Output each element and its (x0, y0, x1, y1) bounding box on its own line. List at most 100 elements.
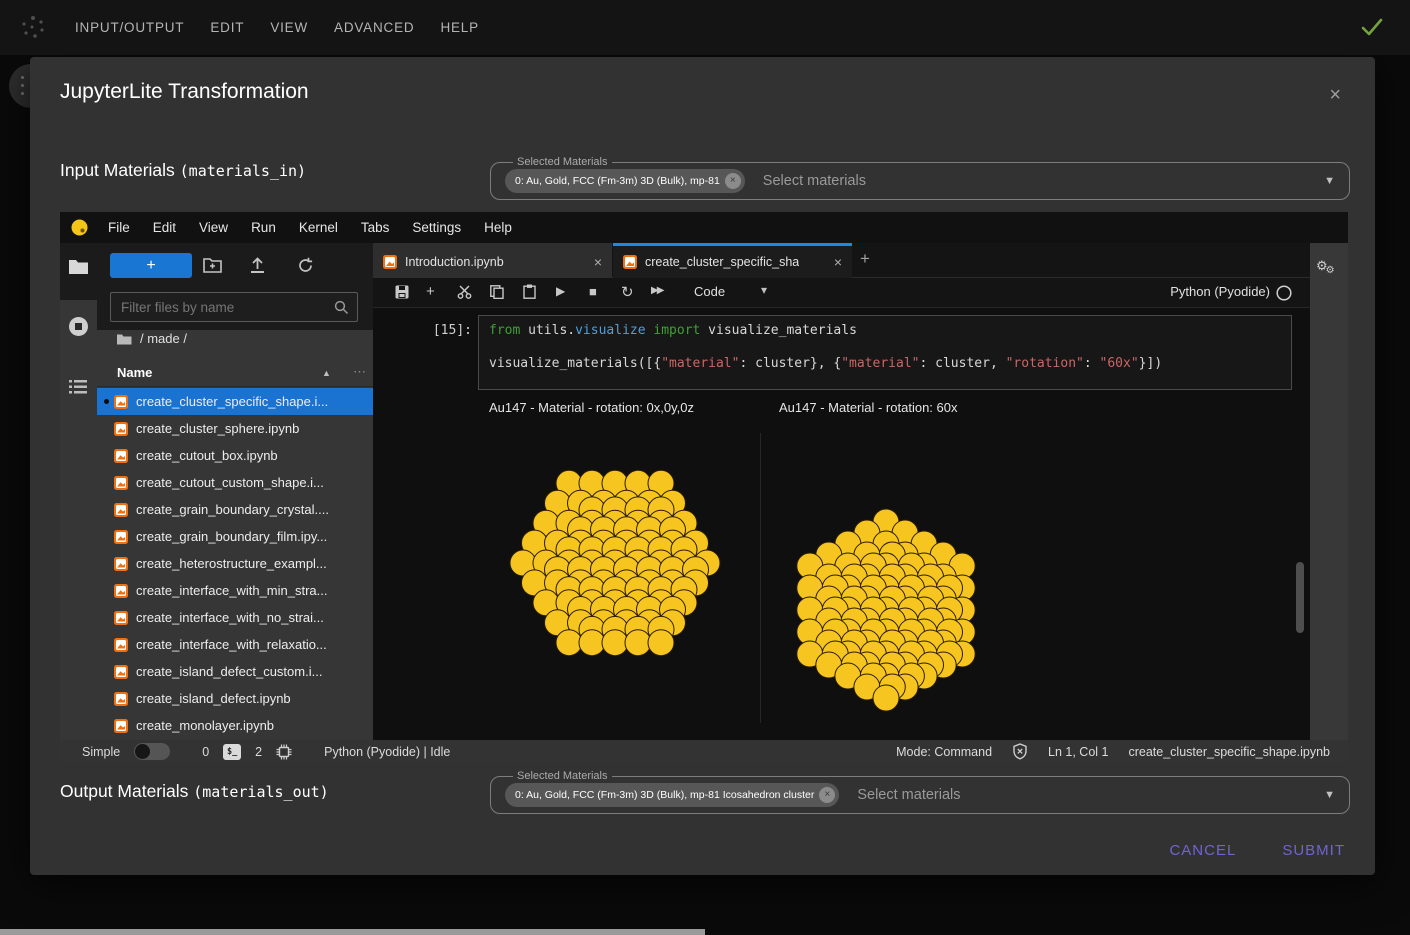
input-dropdown-icon[interactable]: ▼ (1324, 175, 1335, 187)
notebook-file-icon (114, 449, 128, 463)
status-bar: Simple 0 $_ 2 Python (Pyodide) | Idle Mo… (60, 740, 1348, 763)
output-label-left: Au147 - Material - rotation: 0x,0y,0z (489, 400, 694, 415)
jupyter-menu-item[interactable]: File (108, 220, 130, 235)
jupyter-widget: File Edit View Run Kernel Tabs Settings Help (60, 212, 1348, 763)
file-list-header[interactable]: Name ▲ ⋯ (97, 361, 373, 387)
app-menu-item[interactable]: HELP (440, 20, 478, 35)
input-materials-select[interactable]: Selected Materials 0: Au, Gold, FCC (Fm-… (490, 156, 1350, 200)
output-dropdown-icon[interactable]: ▼ (1324, 789, 1335, 801)
file-row[interactable]: create_interface_with_relaxatio... (97, 631, 373, 658)
jupyter-menu-item[interactable]: Run (251, 220, 276, 235)
breadcrumb[interactable]: / made / (117, 331, 187, 346)
upload-icon[interactable] (250, 257, 265, 273)
app-logo-icon (20, 14, 46, 40)
filter-files-input[interactable] (121, 293, 321, 321)
jupyter-menubar: File Edit View Run Kernel Tabs Settings Help (60, 212, 1348, 243)
notebook-file-icon (114, 692, 128, 706)
simple-mode-label: Simple (82, 745, 120, 759)
filter-files-box (110, 292, 358, 322)
running-kernels-icon[interactable] (68, 316, 89, 337)
cluster-visualization (373, 243, 1310, 740)
terminal-icon[interactable]: $_ (223, 744, 241, 760)
terminals-count[interactable]: 0 (202, 745, 209, 759)
output-fieldset-label: Selected Materials (513, 770, 612, 782)
simple-mode-toggle[interactable] (134, 743, 170, 760)
apply-check-icon[interactable] (1360, 16, 1384, 38)
jupyter-menu-item[interactable]: View (199, 220, 228, 235)
input-select-placeholder[interactable]: Select materials (763, 173, 1324, 189)
submit-button[interactable]: SUBMIT (1282, 842, 1345, 859)
app-menu: INPUT/OUTPUT EDIT VIEW ADVANCED HELP (75, 0, 479, 55)
file-row[interactable]: create_heterostructure_exampl... (97, 550, 373, 577)
file-row[interactable]: create_cluster_sphere.ipynb (97, 415, 373, 442)
kernel-status-text[interactable]: Python (Pyodide) | Idle (324, 745, 450, 759)
kernels-count[interactable]: 2 (255, 745, 262, 759)
input-material-chip[interactable]: 0: Au, Gold, FCC (Fm-3m) 3D (Bulk), mp-8… (505, 169, 745, 193)
new-launcher-button[interactable]: + (110, 253, 192, 278)
file-row[interactable]: create_interface_with_min_stra... (97, 577, 373, 604)
settings-gears-icon[interactable]: ⚙⚙ (1316, 257, 1342, 275)
chip-delete-icon[interactable]: × (819, 787, 835, 803)
app-menu-item[interactable]: ADVANCED (334, 20, 414, 35)
file-row[interactable]: create_interface_with_no_strai... (97, 604, 373, 631)
app-bar: INPUT/OUTPUT EDIT VIEW ADVANCED HELP (0, 0, 1410, 55)
file-row[interactable]: create_grain_boundary_crystal.... (97, 496, 373, 523)
jupyter-menu-item[interactable]: Kernel (299, 220, 338, 235)
notebook-area: Introduction.ipynb × create_cluster_spec… (373, 243, 1310, 740)
notebook-file-icon (114, 476, 128, 490)
notebook-file-icon (114, 530, 128, 544)
file-row[interactable]: create_grain_boundary_film.ipy... (97, 523, 373, 550)
file-row[interactable]: create_island_defect.ipynb (97, 685, 373, 712)
file-row[interactable]: create_cutout_box.ipynb (97, 442, 373, 469)
dialog-actions: CANCEL SUBMIT (1169, 842, 1345, 859)
jupyterlite-dialog: JupyterLite Transformation × Input Mater… (30, 57, 1375, 875)
statusbar-filename: create_cluster_specific_shape.ipynb (1128, 745, 1330, 759)
dialog-right-strip: ⚙⚙ (1310, 243, 1348, 740)
notebook-file-icon (114, 719, 128, 733)
jupyter-menu-item[interactable]: Tabs (361, 220, 390, 235)
page: INPUT/OUTPUT EDIT VIEW ADVANCED HELP Jupyter… (0, 0, 1410, 935)
output-label-right: Au147 - Material - rotation: 60x (779, 400, 957, 415)
file-row[interactable]: create_cluster_specific_shape.i... (97, 388, 373, 415)
notebook-file-icon (114, 611, 128, 625)
chip-delete-icon[interactable]: × (725, 173, 741, 189)
command-mode-indicator[interactable]: Mode: Command (896, 745, 992, 759)
file-list: create_cluster_specific_shape.i... creat… (97, 388, 373, 739)
new-folder-icon[interactable] (203, 257, 222, 273)
cancel-button[interactable]: CANCEL (1169, 842, 1236, 859)
refresh-icon[interactable] (297, 257, 314, 274)
notebook-file-icon (114, 665, 128, 679)
notebook-scrollbar-thumb[interactable] (1296, 562, 1304, 633)
header-ellipsis-icon[interactable]: ⋯ (353, 364, 366, 380)
app-menu-item[interactable]: EDIT (210, 20, 244, 35)
notebook-file-icon (114, 557, 128, 571)
trust-shield-icon (1012, 743, 1028, 760)
output-select-placeholder[interactable]: Select materials (857, 787, 1324, 803)
notebook-file-icon (114, 584, 128, 598)
notebook-file-icon (114, 422, 128, 436)
notebook-file-icon (114, 503, 128, 517)
file-browser-panel: + (97, 243, 373, 740)
table-of-contents-icon[interactable] (68, 379, 88, 395)
bottom-window-strip (0, 929, 705, 935)
jupyter-body: + (60, 243, 1348, 740)
running-dot (104, 399, 109, 404)
file-browser-icon[interactable] (68, 258, 89, 275)
kernel-chip-icon (276, 744, 292, 760)
sort-ascending-icon: ▲ (322, 368, 331, 378)
file-row[interactable]: create_cutout_custom_shape.i... (97, 469, 373, 496)
output-material-chip[interactable]: 0: Au, Gold, FCC (Fm-3m) 3D (Bulk), mp-8… (505, 783, 839, 807)
file-row[interactable]: create_monolayer.ipynb (97, 712, 373, 739)
output-materials-label: Output Materials (materials_out) (60, 781, 329, 802)
jupyter-menu-item[interactable]: Settings (412, 220, 461, 235)
cursor-position[interactable]: Ln 1, Col 1 (1048, 745, 1108, 759)
input-fieldset-label: Selected Materials (513, 156, 612, 168)
output-materials-select[interactable]: Selected Materials 0: Au, Gold, FCC (Fm-… (490, 770, 1350, 814)
jupyter-menu-item[interactable]: Help (484, 220, 512, 235)
app-menu-item[interactable]: INPUT/OUTPUT (75, 20, 184, 35)
file-row[interactable]: create_island_defect_custom.i... (97, 658, 373, 685)
dialog-title: JupyterLite Transformation (60, 80, 309, 104)
jupyter-menu-item[interactable]: Edit (153, 220, 176, 235)
dialog-close-icon[interactable]: × (1329, 85, 1341, 105)
app-menu-item[interactable]: VIEW (270, 20, 308, 35)
